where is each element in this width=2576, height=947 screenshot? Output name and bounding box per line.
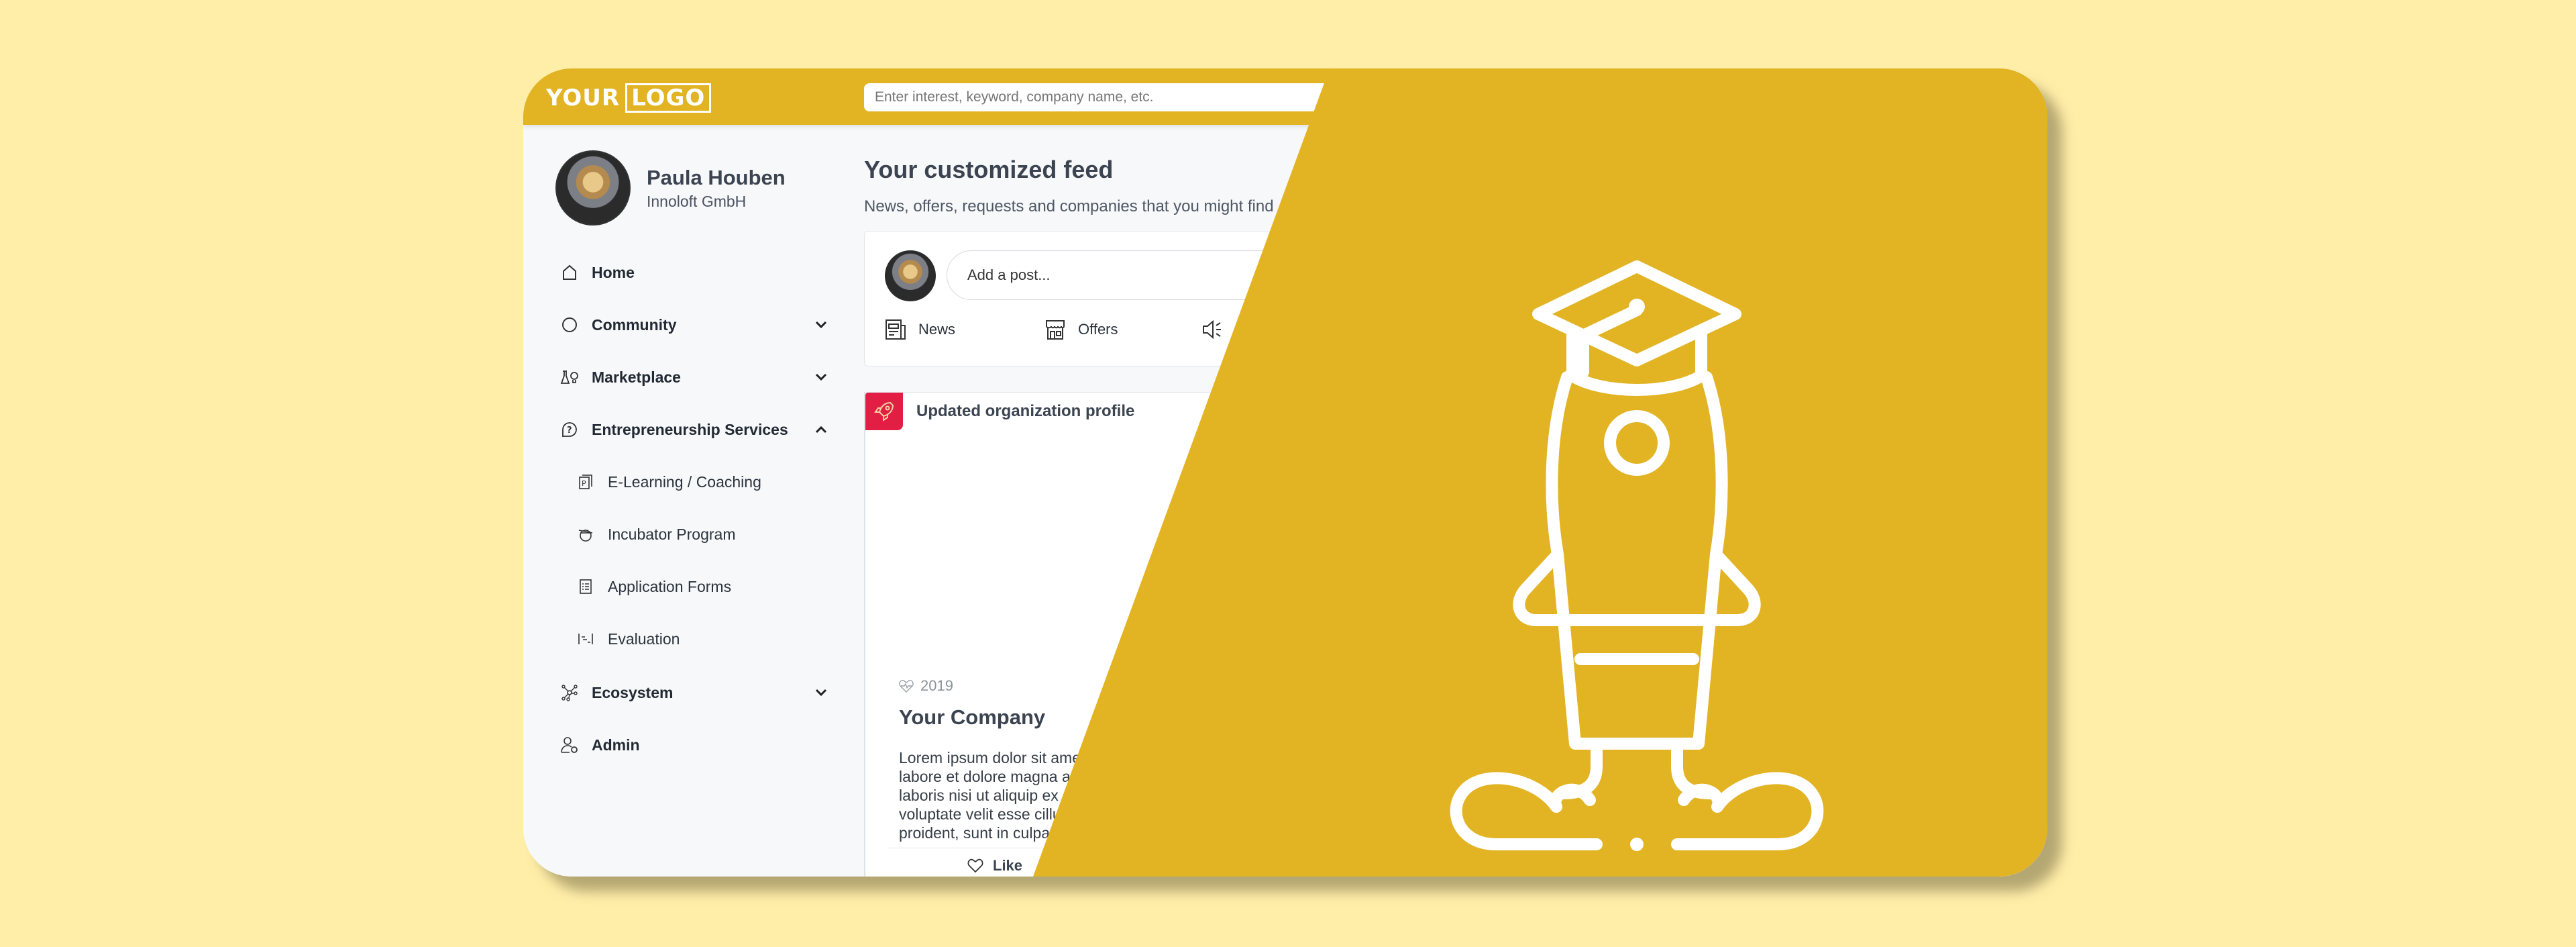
- post-composer: Add a post... News Offers: [864, 231, 1469, 366]
- sidebar-item-label: Incubator Program: [608, 525, 736, 543]
- tab-label: Offers: [1078, 321, 1118, 338]
- profile-name: Paula Houben: [647, 165, 786, 189]
- sidebar-item-label: Admin: [592, 736, 640, 754]
- sidebar-item-label: Evaluation: [608, 630, 680, 648]
- circle-icon: [559, 315, 580, 335]
- chevron-down-icon[interactable]: [814, 370, 828, 384]
- sidebar-item-e-learning[interactable]: P E-Learning / Coaching: [576, 468, 844, 495]
- sidebar-item-admin[interactable]: Admin: [559, 732, 828, 758]
- evaluation-icon: [576, 629, 596, 649]
- sidebar-item-ecosystem[interactable]: Ecosystem: [559, 679, 828, 706]
- sidebar-item-label: Marketplace: [592, 368, 681, 386]
- home-icon: [559, 262, 580, 283]
- sidebar-item-label: Home: [592, 263, 635, 281]
- sidebar-item-label: Community: [592, 315, 677, 334]
- tab-label: News: [918, 321, 956, 338]
- like-label: Like: [993, 857, 1023, 874]
- tab-offers[interactable]: Offers: [1044, 319, 1118, 340]
- page-subtitle: News, offers, requests and companies tha…: [864, 197, 1274, 215]
- sidebar-item-community[interactable]: Community: [559, 311, 828, 338]
- composer-avatar: [885, 250, 936, 301]
- svg-text:P: P: [582, 479, 586, 488]
- sidebar-item-label: Entrepreneurship Services: [592, 420, 788, 438]
- heart-pulse-icon: [899, 679, 914, 693]
- add-post-input[interactable]: Add a post...: [947, 250, 1456, 300]
- megaphone-icon: [1203, 319, 1221, 340]
- question-bubble-icon: ?: [559, 419, 580, 440]
- tab-news[interactable]: News: [885, 319, 955, 340]
- activity-card: Updated organization profile 2019 Your C…: [864, 392, 1469, 877]
- chevron-up-icon[interactable]: [814, 423, 828, 436]
- chevron-down-icon[interactable]: [814, 686, 828, 699]
- sidebar-item-application-forms[interactable]: Application Forms: [576, 573, 844, 600]
- app-window: YOUR LOGO Paula Houben Innoloft GmbH Hom…: [523, 68, 2047, 877]
- tab-requests[interactable]: [1201, 319, 1235, 340]
- profile-company: Innoloft GmbH: [647, 192, 747, 210]
- flask-bulb-icon: [559, 367, 580, 387]
- company-description: Lorem ipsum dolor sit ame labore et dolo…: [899, 749, 1081, 842]
- svg-text:?: ?: [567, 426, 572, 436]
- form-list-icon: [576, 577, 596, 597]
- newspaper-icon: [885, 319, 906, 340]
- sidebar-item-label: Application Forms: [608, 577, 732, 595]
- presentation-icon: P: [576, 472, 596, 492]
- top-bar: YOUR LOGO: [523, 68, 2047, 125]
- user-gear-icon: [559, 735, 580, 755]
- activity-badge: [865, 393, 903, 430]
- sidebar-item-marketplace[interactable]: Marketplace: [559, 364, 828, 391]
- activity-title: Updated organization profile: [916, 402, 1135, 420]
- storefront-icon: [1046, 320, 1065, 340]
- sidebar-item-label: Ecosystem: [592, 683, 674, 701]
- founded-year: 2019: [899, 677, 953, 695]
- logo-word-your: YOUR: [546, 85, 621, 111]
- sidebar-item-entrepreneurship-services[interactable]: ? Entrepreneurship Services: [559, 416, 828, 443]
- like-button[interactable]: Like: [967, 857, 1022, 875]
- page-title: Your customized feed: [864, 156, 1114, 183]
- sidebar-item-evaluation[interactable]: Evaluation: [576, 626, 844, 652]
- network-icon: [559, 683, 580, 703]
- feed-main: Your customized feed News, offers, reque…: [864, 125, 2045, 877]
- sidebar-item-home[interactable]: Home: [559, 259, 828, 286]
- chevron-down-icon[interactable]: [814, 318, 828, 332]
- heart-icon: [967, 858, 983, 873]
- avatar: [555, 150, 631, 226]
- logo[interactable]: YOUR LOGO: [546, 83, 712, 113]
- sidebar-item-label: E-Learning / Coaching: [608, 472, 761, 491]
- profile-summary[interactable]: Paula Houben Innoloft GmbH: [555, 150, 786, 226]
- sidebar-item-incubator-program[interactable]: Incubator Program: [576, 521, 844, 548]
- sidebar: Paula Houben Innoloft GmbH Home Communit…: [523, 125, 862, 877]
- search-input[interactable]: [864, 83, 1347, 111]
- company-name[interactable]: Your Company: [899, 705, 1045, 730]
- logo-word-logo: LOGO: [625, 83, 712, 113]
- year-value: 2019: [920, 677, 953, 694]
- rocket-icon: [874, 401, 894, 421]
- incubator-icon: [576, 524, 596, 544]
